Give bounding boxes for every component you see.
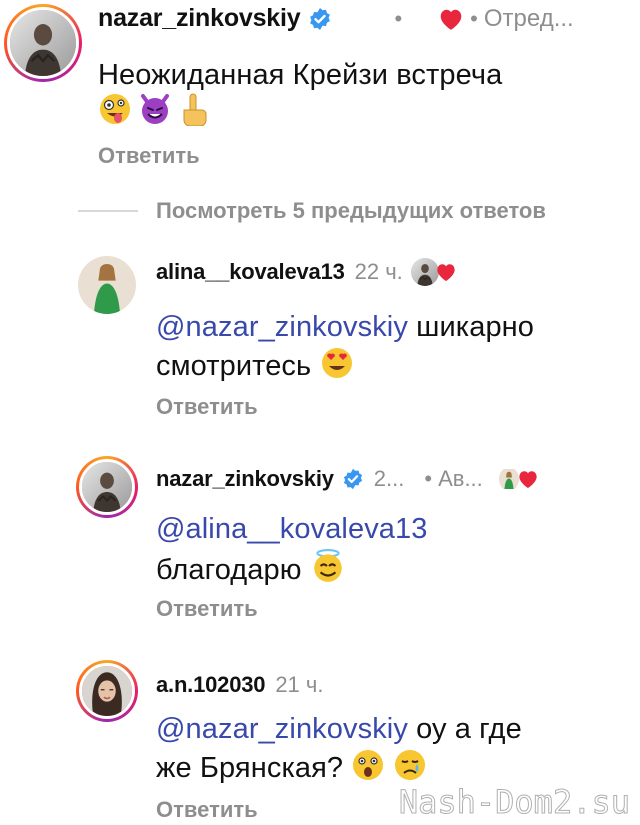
username[interactable]: alina__kovaleva13 xyxy=(156,259,345,285)
astonished-face-emoji xyxy=(353,750,384,780)
comment-text: @nazar_zinkovskiy шикарно смотритесь xyxy=(156,311,535,382)
avatar[interactable] xyxy=(78,256,136,314)
timestamp: 22 ч. xyxy=(354,259,403,284)
timestamp: 21 ч. xyxy=(275,672,324,697)
liked-by-avatar xyxy=(499,467,519,491)
heart-icon xyxy=(435,262,457,282)
comment-header: nazar_zinkovskiy 2... • Ав... xyxy=(156,466,539,492)
halo-smile-emoji xyxy=(314,549,342,582)
heart-icon xyxy=(438,7,464,31)
comment-text: Неожиданная Крейзи встреча xyxy=(98,59,503,91)
zany-face-emoji xyxy=(100,94,130,124)
username[interactable]: a.n.102030 xyxy=(156,672,266,698)
verified-badge-icon xyxy=(308,7,332,31)
separator-dot: • xyxy=(394,5,403,31)
reply-button[interactable]: Ответить xyxy=(98,143,200,169)
smiling-devil-emoji xyxy=(141,94,169,124)
avatar[interactable] xyxy=(4,4,82,82)
comment-header: alina__kovaleva13 22 ч. xyxy=(156,258,457,286)
author-label: Ав... xyxy=(438,466,483,491)
separator-dot: • xyxy=(424,466,433,491)
view-previous-replies[interactable]: Посмотреть 5 предыдущих ответов xyxy=(78,198,546,224)
heart-icon xyxy=(517,469,539,489)
emoji-row xyxy=(98,92,208,126)
pointing-up-emoji xyxy=(183,93,207,126)
comment-header: nazar_zinkovskiy • • Отред... xyxy=(98,4,574,33)
comment-text: @alina__kovaleva13 благодарю xyxy=(156,513,428,586)
separator-dot: • xyxy=(470,5,478,31)
view-previous-replies-label: Посмотреть 5 предыдущих ответов xyxy=(156,198,546,223)
comment-text: @nazar_zinkovskiy оу а где же Брянская? xyxy=(156,713,522,784)
mention-link[interactable]: @nazar_zinkovskiy xyxy=(156,311,408,343)
edited-label: Отред... xyxy=(483,4,574,32)
mention-link[interactable]: @alina__kovaleva13 xyxy=(156,513,427,545)
username[interactable]: nazar_zinkovskiy xyxy=(156,466,334,492)
mention-link[interactable]: @nazar_zinkovskiy xyxy=(156,713,408,745)
comment-header: a.n.102030 21 ч. xyxy=(156,672,323,698)
avatar[interactable] xyxy=(76,660,138,722)
avatar[interactable] xyxy=(76,456,138,518)
reply-button[interactable]: Ответить xyxy=(156,394,258,420)
heart-eyes-emoji xyxy=(322,348,353,378)
timestamp: 2... xyxy=(373,466,405,491)
username[interactable]: nazar_zinkovskiy xyxy=(98,4,301,33)
crying-face-emoji xyxy=(395,750,426,780)
verified-badge-icon xyxy=(342,468,364,490)
reply-button[interactable]: Ответить xyxy=(156,797,258,823)
watermark: Nash-Dom2.su xyxy=(398,783,630,822)
divider-line xyxy=(78,210,138,212)
reply-button[interactable]: Ответить xyxy=(156,596,258,622)
